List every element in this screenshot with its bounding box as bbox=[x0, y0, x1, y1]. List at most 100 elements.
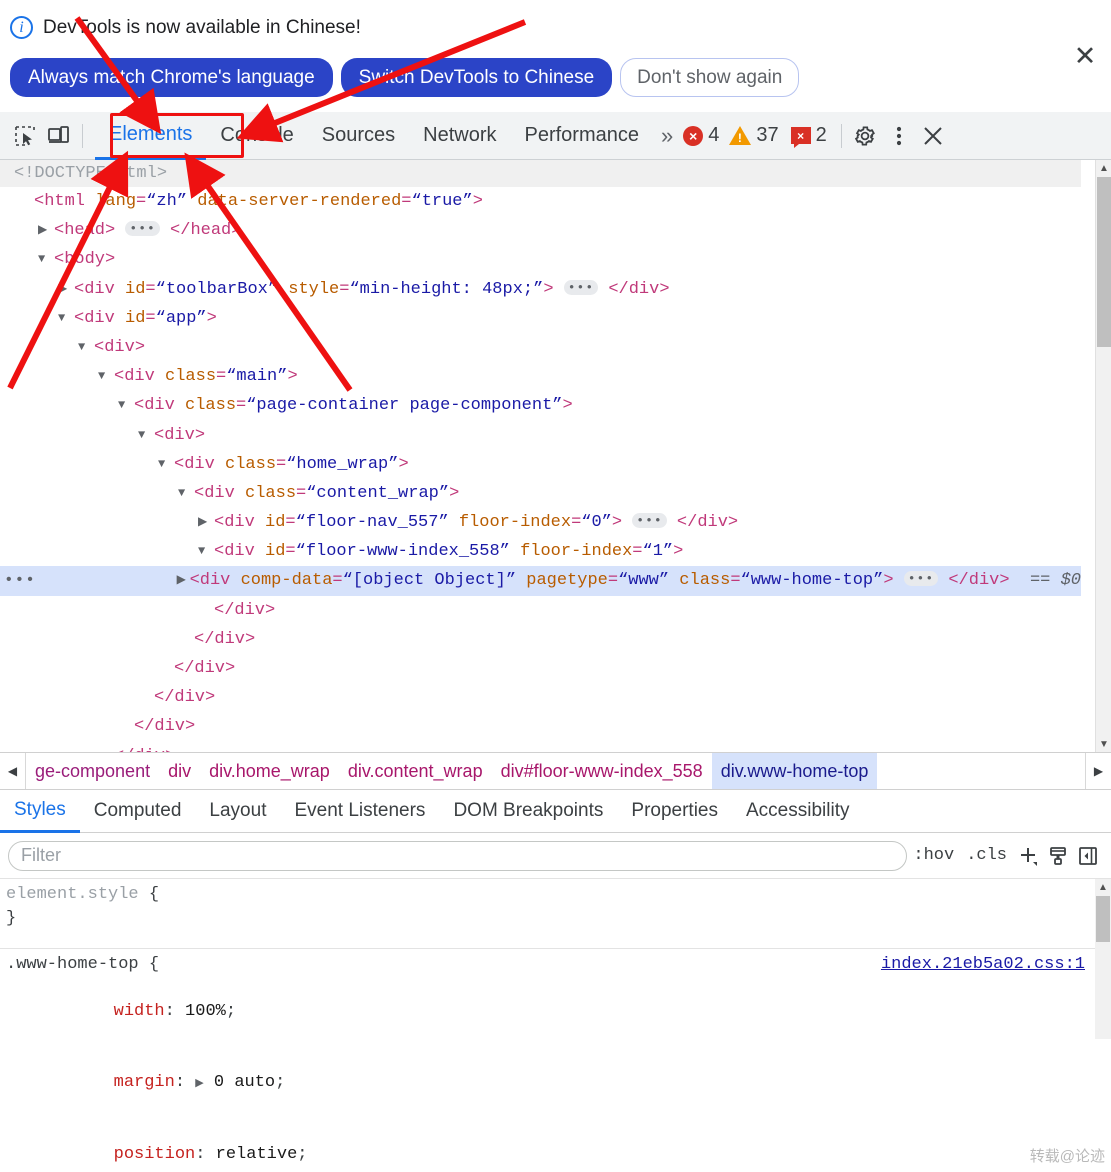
close-devtools-icon[interactable] bbox=[916, 119, 950, 153]
dom-node-row[interactable]: </div> bbox=[0, 625, 1111, 654]
expand-shorthand-icon[interactable]: ▶ bbox=[195, 1078, 203, 1090]
tab-dom-breakpoints[interactable]: DOM Breakpoints bbox=[439, 790, 617, 833]
tab-accessibility[interactable]: Accessibility bbox=[732, 790, 863, 833]
expand-toggle-icon[interactable] bbox=[18, 187, 34, 216]
tab-computed[interactable]: Computed bbox=[80, 790, 196, 833]
styles-filter-input[interactable] bbox=[8, 840, 908, 871]
dom-node-row[interactable]: </div> bbox=[0, 712, 1111, 741]
css-property[interactable]: position bbox=[114, 1145, 196, 1164]
kebab-menu-icon[interactable] bbox=[882, 119, 916, 153]
expand-toggle-icon[interactable] bbox=[178, 479, 194, 508]
inspect-element-icon[interactable] bbox=[8, 119, 42, 153]
expand-toggle-icon[interactable] bbox=[38, 245, 54, 274]
message-count-group[interactable]: × 2 bbox=[790, 124, 827, 148]
dom-tree-scrollbar[interactable]: ▲ ▼ bbox=[1095, 160, 1111, 752]
expand-toggle-icon[interactable] bbox=[198, 537, 214, 566]
css-rule-www-home-top[interactable]: .www-home-top { width: 100%; margin: ▶ 0… bbox=[0, 948, 1095, 1172]
css-property[interactable]: margin bbox=[114, 1073, 175, 1092]
dom-node-row[interactable]: <html lang=“zh” data-server-rendered=“tr… bbox=[0, 187, 1111, 216]
always-match-language-button[interactable]: Always match Chrome's language bbox=[10, 58, 333, 97]
device-toolbar-icon[interactable] bbox=[42, 119, 76, 153]
banner-close-icon[interactable]: ✕ bbox=[1071, 42, 1099, 70]
dom-node-row[interactable]: <div class=“page-container page-componen… bbox=[0, 391, 1111, 420]
tab-performance[interactable]: Performance bbox=[511, 112, 654, 160]
expand-toggle-icon[interactable] bbox=[178, 625, 194, 654]
error-count-group[interactable]: × 4 bbox=[683, 124, 719, 147]
dom-node-row[interactable]: <head> ••• </head> bbox=[0, 216, 1111, 245]
dom-node-row[interactable]: <div id=“floor-nav_557” floor-index=“0”>… bbox=[0, 508, 1111, 537]
dom-node-row[interactable]: <div id=“floor-www-index_558” floor-inde… bbox=[0, 537, 1111, 566]
expand-toggle-icon[interactable] bbox=[98, 362, 114, 391]
more-tabs-icon[interactable]: » bbox=[653, 123, 681, 149]
breadcrumb-item[interactable]: div bbox=[159, 753, 200, 789]
tab-event-listeners[interactable]: Event Listeners bbox=[280, 790, 439, 833]
dom-node-row[interactable]: <div> bbox=[0, 421, 1111, 450]
scroll-up-arrow[interactable]: ▲ bbox=[1096, 160, 1111, 176]
scroll-up-arrow[interactable]: ▲ bbox=[1095, 879, 1111, 895]
css-declaration[interactable]: position: relative; bbox=[6, 1120, 1095, 1172]
expand-toggle-icon[interactable] bbox=[118, 712, 134, 741]
tab-network[interactable]: Network bbox=[409, 112, 510, 160]
dom-node-row-selected[interactable]: ••• <div comp-data=“[object Object]” page… bbox=[0, 566, 1081, 596]
expand-toggle-icon[interactable] bbox=[138, 683, 154, 712]
css-value[interactable]: relative bbox=[216, 1145, 298, 1164]
css-declaration[interactable]: margin: ▶ 0 auto; bbox=[6, 1047, 1095, 1120]
scroll-down-arrow[interactable]: ▼ bbox=[1096, 736, 1111, 752]
plus-icon[interactable] bbox=[1013, 841, 1043, 871]
gear-icon[interactable] bbox=[848, 119, 882, 153]
css-value[interactable]: 0 auto bbox=[214, 1073, 275, 1092]
tab-layout[interactable]: Layout bbox=[195, 790, 280, 833]
tab-properties[interactable]: Properties bbox=[617, 790, 732, 833]
dom-node-row[interactable]: </div> bbox=[0, 742, 1111, 752]
breadcrumb-item[interactable]: div#floor-www-index_558 bbox=[492, 753, 712, 789]
dom-node-row[interactable]: <div class=“content_wrap”> bbox=[0, 479, 1111, 508]
styles-scrollbar[interactable]: ▲ bbox=[1095, 879, 1111, 1039]
stylesheet-source-link[interactable]: index.21eb5a02.css:1 bbox=[881, 953, 1085, 977]
expand-toggle-icon[interactable] bbox=[198, 508, 214, 537]
breadcrumb-scroll-right[interactable]: ▶ bbox=[1085, 753, 1111, 789]
dom-node-row[interactable]: </div> bbox=[0, 596, 1111, 625]
paint-brush-icon[interactable] bbox=[1043, 841, 1073, 871]
panel-toggle-icon[interactable] bbox=[1073, 841, 1103, 871]
dont-show-again-button[interactable]: Don't show again bbox=[620, 58, 800, 97]
rule-selector[interactable]: element.style bbox=[6, 883, 139, 907]
warning-count-group[interactable]: 37 bbox=[729, 124, 779, 147]
dom-node-row[interactable]: </div> bbox=[0, 683, 1111, 712]
dom-node-row[interactable]: <div id=“toolbarBox” style=“min-height: … bbox=[0, 275, 1111, 304]
hov-toggle[interactable]: :hov bbox=[907, 846, 960, 865]
expand-toggle-icon[interactable] bbox=[158, 450, 174, 479]
dom-tree-panel[interactable]: <!DOCTYPE html> <html lang=“zh” data-ser… bbox=[0, 160, 1111, 752]
dom-node-row[interactable]: <div id=“app”> bbox=[0, 304, 1111, 333]
expand-toggle-icon[interactable] bbox=[58, 304, 74, 333]
breadcrumb-scroll-left[interactable]: ◀ bbox=[0, 753, 26, 789]
expand-toggle-icon[interactable] bbox=[58, 275, 74, 304]
expand-toggle-icon[interactable] bbox=[38, 216, 54, 245]
breadcrumb-item[interactable]: ge-component bbox=[26, 753, 159, 789]
switch-to-chinese-button[interactable]: Switch DevTools to Chinese bbox=[340, 58, 613, 97]
expand-toggle-icon[interactable] bbox=[138, 421, 154, 450]
expand-toggle-icon[interactable] bbox=[78, 333, 94, 362]
expand-toggle-icon[interactable] bbox=[118, 391, 134, 420]
expand-toggle-icon[interactable] bbox=[177, 566, 190, 595]
css-rules-panel[interactable]: element.style { } .www-home-top { width:… bbox=[0, 879, 1095, 1172]
css-rule-element-style[interactable]: element.style { } bbox=[0, 879, 1095, 934]
tab-styles[interactable]: Styles bbox=[0, 790, 80, 833]
node-badge[interactable]: ••• bbox=[4, 566, 36, 595]
expand-toggle-icon[interactable] bbox=[98, 742, 114, 752]
expand-toggle-icon[interactable] bbox=[198, 596, 214, 625]
tab-sources[interactable]: Sources bbox=[308, 112, 409, 160]
css-declaration[interactable]: width: 100%; bbox=[6, 977, 1095, 1048]
dom-node-row[interactable]: <body> bbox=[0, 245, 1111, 274]
expand-toggle-icon[interactable] bbox=[158, 654, 174, 683]
cls-toggle[interactable]: .cls bbox=[960, 846, 1013, 865]
dom-node-row[interactable]: </div> bbox=[0, 654, 1111, 683]
breadcrumb-item[interactable]: div.home_wrap bbox=[200, 753, 339, 789]
css-property[interactable]: width bbox=[114, 1002, 165, 1021]
dom-node-row[interactable]: <div class=“home_wrap”> bbox=[0, 450, 1111, 479]
breadcrumb-item[interactable]: div.content_wrap bbox=[339, 753, 492, 789]
dom-node-row[interactable]: <div> bbox=[0, 333, 1111, 362]
css-value[interactable]: 100% bbox=[185, 1002, 226, 1021]
scrollbar-thumb[interactable] bbox=[1096, 896, 1110, 942]
dom-node-row[interactable]: <div class=“main”> bbox=[0, 362, 1111, 391]
scrollbar-thumb[interactable] bbox=[1097, 177, 1111, 347]
